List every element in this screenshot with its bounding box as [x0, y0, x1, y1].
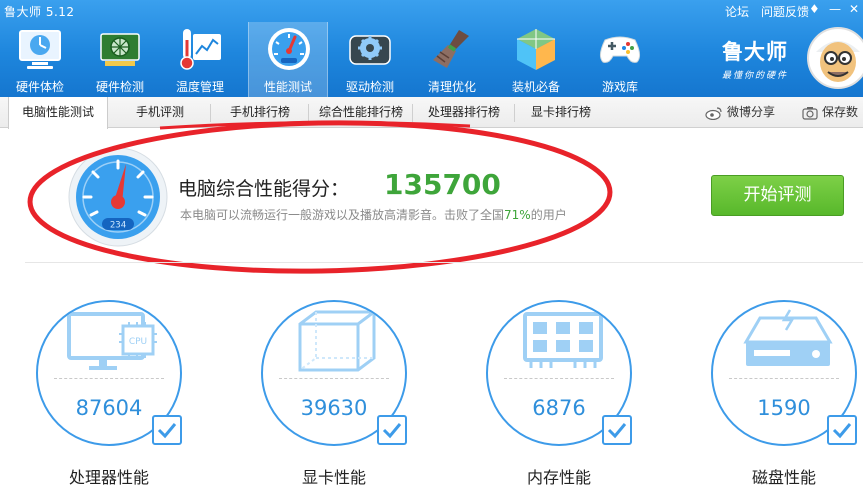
- checkmark-icon: [157, 423, 177, 439]
- tab-bar: 电脑性能测试 手机评测 手机排行榜 综合性能排行榜 处理器排行榜 显卡排行榜 微…: [0, 97, 863, 129]
- component-name: 内存性能: [526, 468, 591, 487]
- component-dash: [504, 378, 614, 379]
- component-name: 显卡性能: [301, 468, 366, 487]
- tab-overall-ranking[interactable]: 综合性能排行榜: [310, 97, 412, 128]
- tool-label: 性能测试: [263, 80, 312, 94]
- speedometer-icon: [268, 28, 310, 70]
- brand: 鲁大师 最懂你的硬件: [722, 36, 788, 81]
- thermometer-chart-icon: [180, 29, 221, 70]
- weibo-share-button[interactable]: 微博分享: [705, 97, 775, 128]
- tool-hardware-checkup[interactable]: 硬件体检: [0, 22, 80, 97]
- tab-separator: [514, 104, 515, 122]
- tool-label: 游戏库: [601, 80, 638, 94]
- app-title: 鲁大师 5.12: [4, 5, 75, 19]
- monitor-clock-icon: [19, 30, 61, 69]
- score-gauge-icon: 234: [68, 147, 168, 247]
- cpu-monitor-icon: CPU: [67, 312, 157, 370]
- component-checkbox[interactable]: [377, 415, 407, 445]
- component-dash: [279, 378, 389, 379]
- checkmark-icon: [607, 423, 627, 439]
- component-card-cpu: CPU 87604 处理器性能: [34, 300, 184, 487]
- weibo-share-label: 微博分享: [727, 105, 776, 119]
- brand-name: 鲁大师: [722, 40, 788, 64]
- component-checkbox[interactable]: [152, 415, 182, 445]
- tool-game-library[interactable]: 游戏库: [580, 22, 660, 97]
- main-toolbar: 鲁大师 5.12 论坛 问题反馈 ♦ — ✕ 硬件体检 硬件检测 温度管理 性能…: [0, 0, 863, 97]
- tool-label: 驱动检测: [345, 80, 394, 94]
- svg-text:CPU: CPU: [129, 337, 147, 347]
- save-label: 保存数: [822, 105, 859, 119]
- memory-chip-icon: [523, 312, 603, 368]
- component-name: 处理器性能: [68, 468, 149, 487]
- component-checkbox[interactable]: [602, 415, 632, 445]
- broom-icon: [433, 30, 469, 68]
- hard-disk-icon: [743, 309, 833, 366]
- tool-temperature[interactable]: 温度管理: [160, 22, 240, 97]
- tool-driver-detect[interactable]: 驱动检测: [330, 22, 410, 97]
- score-desc-percent: 71%: [504, 208, 531, 222]
- title-links: 论坛 问题反馈: [725, 3, 809, 20]
- tab-separator: [308, 104, 309, 122]
- graphics-card-icon: [100, 33, 140, 66]
- score-desc-suffix: 的用户: [530, 208, 567, 222]
- section-divider: [25, 262, 863, 263]
- tool-label: 清理优化: [427, 80, 476, 94]
- checkmark-icon: [832, 423, 852, 439]
- window-controls: ♦ — ✕: [809, 2, 859, 16]
- package-cube-icon: [517, 29, 555, 70]
- tool-clean-optimize[interactable]: 清理优化: [412, 22, 492, 97]
- tab-gpu-ranking[interactable]: 显卡排行榜: [516, 97, 606, 128]
- skin-icon[interactable]: ♦: [809, 2, 820, 16]
- tool-label: 温度管理: [175, 80, 224, 94]
- avatar[interactable]: [806, 26, 863, 90]
- start-test-button[interactable]: 开始评测: [711, 175, 844, 216]
- score-description: 本电脑可以流畅运行一般游戏以及播放高清影音。击败了全国71%的用户: [180, 206, 567, 223]
- component-dash: [729, 378, 839, 379]
- minimize-button[interactable]: —: [829, 2, 841, 16]
- checkmark-icon: [382, 423, 402, 439]
- driver-gear-icon: [349, 35, 391, 65]
- camera-icon: [802, 106, 818, 120]
- brand-slogan: 最懂你的硬件: [722, 71, 789, 81]
- feedback-link[interactable]: 问题反馈: [761, 3, 809, 20]
- save-button[interactable]: 保存数: [802, 97, 858, 128]
- component-dash: [54, 378, 164, 379]
- tab-phone-ranking[interactable]: 手机排行榜: [212, 97, 308, 128]
- cube-icon: [298, 310, 376, 372]
- tab-pc-performance[interactable]: 电脑性能测试: [8, 97, 108, 129]
- tool-hardware-detect[interactable]: 硬件检测: [80, 22, 160, 97]
- close-button[interactable]: ✕: [849, 2, 859, 16]
- tab-cpu-ranking[interactable]: 处理器排行榜: [414, 97, 514, 128]
- tool-install-essentials[interactable]: 装机必备: [496, 22, 576, 97]
- component-checkbox[interactable]: [827, 415, 857, 445]
- score-value: 135700: [384, 168, 501, 201]
- score-desc-prefix: 本电脑可以流畅运行一般游戏以及播放高清影音。击败了全国: [180, 208, 505, 222]
- weibo-icon: [705, 106, 722, 120]
- component-name: 磁盘性能: [751, 468, 816, 487]
- component-card-disk: 1590 磁盘性能: [709, 300, 859, 487]
- forum-link[interactable]: 论坛: [725, 3, 749, 20]
- tool-label: 硬件体检: [15, 80, 64, 94]
- component-card-gpu: 39630 显卡性能: [259, 300, 409, 487]
- tab-separator: [210, 104, 211, 122]
- component-card-memory: 6876 内存性能: [484, 300, 634, 487]
- tool-label: 装机必备: [511, 80, 560, 94]
- tab-separator: [412, 104, 413, 122]
- tab-phone-review[interactable]: 手机评测: [110, 97, 210, 128]
- gauge-readout: 234: [110, 221, 126, 231]
- tool-performance-test[interactable]: 性能测试: [248, 22, 328, 97]
- gamepad-icon: [599, 36, 641, 63]
- tool-label: 硬件检测: [95, 80, 144, 94]
- score-label: 电脑综合性能得分：: [178, 178, 350, 200]
